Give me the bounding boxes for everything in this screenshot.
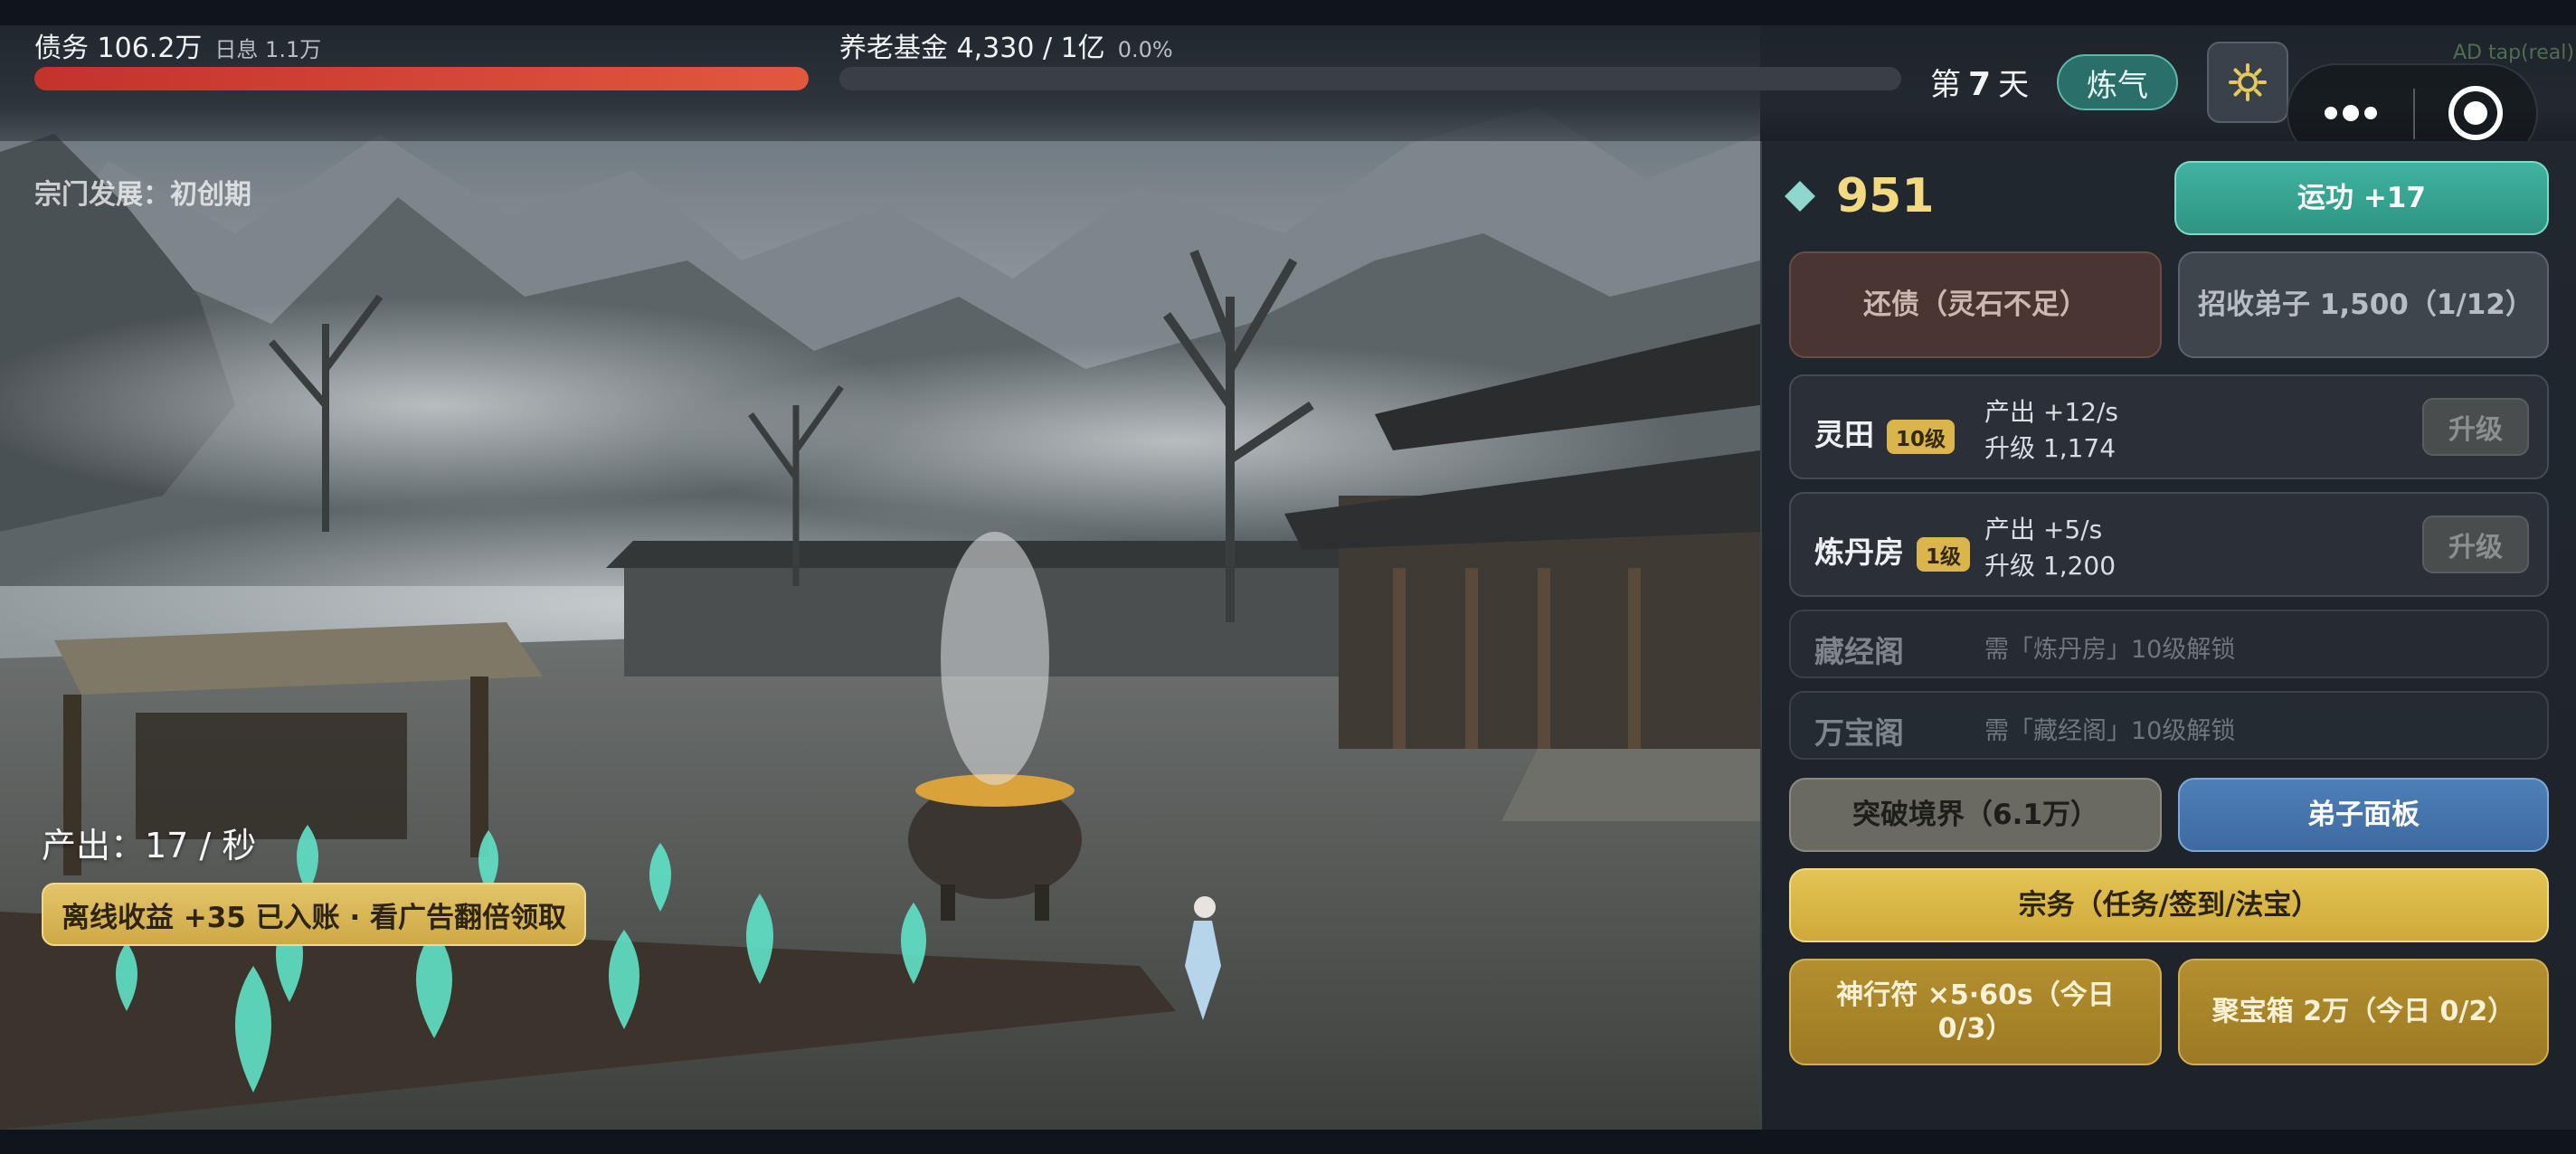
building-level-badge: 1级 <box>1917 536 1971 572</box>
sect-affairs-button[interactable]: 宗务（任务/签到/法宝） <box>1789 868 2549 942</box>
building-output: 产出 +5/s <box>1984 515 2103 544</box>
building-unlock-hint: 需「藏经阁」10级解锁 <box>1984 717 2236 745</box>
treasure-chest-button[interactable]: 聚宝箱 2万（今日 0/2） <box>2178 959 2549 1065</box>
repay-debt-button[interactable]: 还债（灵石不足） <box>1789 251 2162 358</box>
settings-button[interactable] <box>2207 42 2288 123</box>
building-name: 灵田 10级 <box>1814 411 1956 454</box>
debt-amount: 债务 106.2万 <box>34 33 203 64</box>
spirit-stone-value: 951 <box>1836 169 1935 223</box>
building-name: 藏经阁 <box>1814 634 1904 669</box>
building-row-spirit-field: 灵田 10级 产出 +12/s 升级 1,174 升级 <box>1789 374 2549 479</box>
building-output: 产出 +12/s <box>1984 397 2119 427</box>
building-upgrade-cost: 升级 1,200 <box>1984 551 2117 581</box>
building-row-treasure-pavilion: 万宝阁 需「藏经阁」10级解锁 <box>1789 691 2549 760</box>
debt-interest: 日息 1.1万 <box>214 37 322 62</box>
output-rate: 产出：17 / 秒 <box>42 826 257 866</box>
upgrade-button[interactable]: 升级 <box>2422 516 2529 573</box>
exercise-button[interactable]: 运功 +17 <box>2174 161 2549 235</box>
upgrade-button[interactable]: 升级 <box>2422 398 2529 456</box>
day-number: 7 <box>1968 66 1992 103</box>
scene-illustration <box>0 25 1760 1130</box>
target-close-icon <box>2448 86 2503 140</box>
offline-reward-button[interactable]: 离线收益 +35 已入账 · 看广告翻倍领取 <box>42 883 586 946</box>
pension-fund-progress-bar <box>839 67 1901 90</box>
pension-fund-amount: 养老基金 4,330 / 1亿 <box>839 33 1105 64</box>
debt-progress-fill <box>34 67 809 90</box>
sect-development-stage: 宗门发展：初创期 <box>34 179 251 211</box>
breakthrough-button[interactable]: 突破境界（6.1万） <box>1789 778 2162 852</box>
talisman-button[interactable]: 神行符 ×5·60s（今日 0/3） <box>1789 959 2162 1065</box>
ad-tag: AD tap(real) <box>2453 42 2574 64</box>
day-prefix: 第 <box>1930 67 1961 103</box>
bottom-frame <box>0 1130 2576 1154</box>
building-name: 万宝阁 <box>1814 715 1904 751</box>
sect-scene[interactable] <box>0 25 1760 1130</box>
building-upgrade-cost: 升级 1,174 <box>1984 433 2117 463</box>
pension-fund-percent: 0.0% <box>1117 37 1173 62</box>
gear-icon <box>2229 63 2267 101</box>
pension-fund-label: 养老基金 4,330 / 1亿 0.0% <box>839 25 1173 65</box>
building-unlock-hint: 需「炼丹房」10级解锁 <box>1984 636 2236 664</box>
more-dots-icon <box>2325 105 2377 121</box>
disciples-panel-button[interactable]: 弟子面板 <box>2178 778 2549 852</box>
day-counter: 第7天 <box>1930 60 2029 104</box>
debt-label: 债务 106.2万 日息 1.1万 <box>34 25 321 65</box>
building-row-scripture-pavilion: 藏经阁 需「炼丹房」10级解锁 <box>1789 610 2549 678</box>
building-name-text: 炼丹房 <box>1814 534 1904 570</box>
building-name-text: 灵田 <box>1814 417 1874 452</box>
debt-progress-bar <box>34 67 809 90</box>
building-level-badge: 10级 <box>1887 419 1956 454</box>
spirit-stone-counter: 951 <box>1785 165 1935 228</box>
top-frame <box>0 0 2576 25</box>
day-suffix: 天 <box>1998 67 2030 103</box>
diamond-gem-icon <box>1785 181 1815 212</box>
realm-badge[interactable]: 炼气 <box>2057 54 2178 110</box>
recruit-disciple-button[interactable]: 招收弟子 1,500（1/12） <box>2178 251 2549 358</box>
building-name: 炼丹房 1级 <box>1814 528 1971 572</box>
building-row-alchemy-room: 炼丹房 1级 产出 +5/s 升级 1,200 升级 <box>1789 492 2549 597</box>
